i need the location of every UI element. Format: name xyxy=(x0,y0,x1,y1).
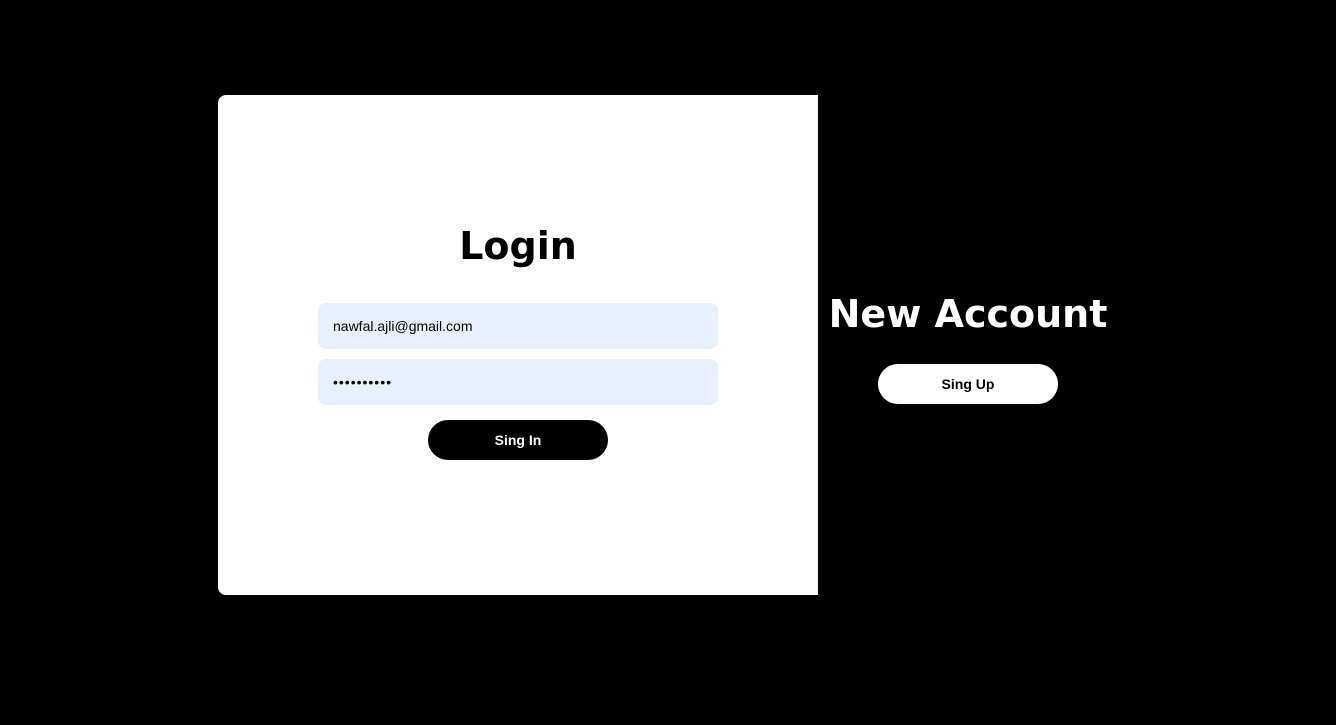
login-card: Login Sing In xyxy=(218,95,818,595)
sign-up-button[interactable]: Sing Up xyxy=(878,364,1058,404)
email-field[interactable] xyxy=(318,303,718,349)
page: Login Sing In New Account Sing Up xyxy=(0,0,1336,725)
signup-panel: New Account Sing Up xyxy=(818,95,1118,595)
password-field[interactable] xyxy=(318,359,718,405)
login-title: Login xyxy=(459,224,577,268)
new-account-title: New Account xyxy=(828,292,1108,336)
sign-in-button[interactable]: Sing In xyxy=(428,420,608,460)
